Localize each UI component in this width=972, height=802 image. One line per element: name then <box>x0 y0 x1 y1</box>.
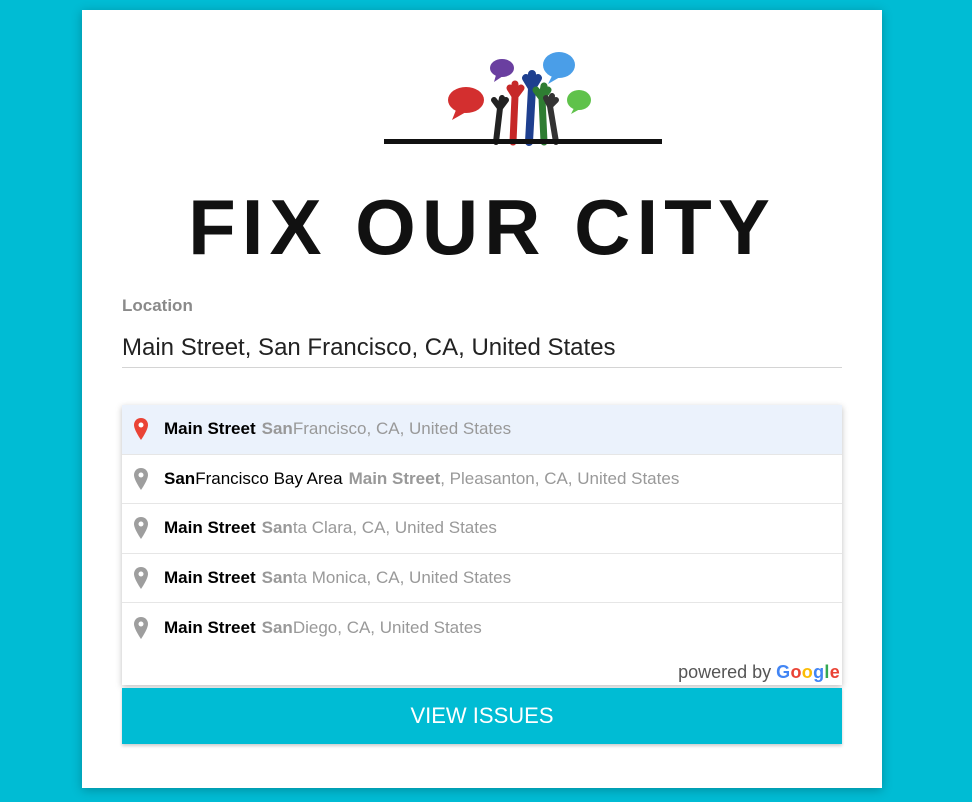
suggestion-main: Main Street <box>164 419 256 439</box>
google-letter: o <box>801 662 814 682</box>
powered-by-google: powered by Google <box>678 662 840 683</box>
suggestion-item[interactable]: Main Street San ta Clara, CA, United Sta… <box>122 504 842 554</box>
powered-by-text: powered by <box>678 662 772 682</box>
suggestion-item[interactable]: San Francisco Bay Area Main Street , Ple… <box>122 455 842 504</box>
suggestion-main: San <box>164 468 196 488</box>
google-letter: G <box>776 662 791 682</box>
suggestion-main-rest: Francisco Bay Area <box>195 468 343 488</box>
map-pin-icon <box>134 615 150 641</box>
main-card: FIX OUR CITY Location Main Street San Fr… <box>82 10 882 788</box>
map-pin-icon <box>134 515 150 541</box>
suggestion-secondary-match: San <box>261 419 293 439</box>
location-label: Location <box>122 296 193 315</box>
location-input[interactable] <box>122 328 842 368</box>
suggestion-main: Main Street <box>164 567 256 587</box>
view-issues-button[interactable]: VIEW ISSUES <box>122 688 842 744</box>
suggestion-secondary-match: Main Street <box>348 468 441 488</box>
google-logo: Google <box>776 662 840 683</box>
suggestion-secondary: , Pleasanton, CA, United States <box>440 468 680 488</box>
suggestion-secondary: ta Monica, CA, United States <box>292 567 512 587</box>
brand-logo: FIX OUR CITY <box>82 50 882 280</box>
suggestion-secondary-match: San <box>261 518 293 538</box>
suggestion-secondary: ta Clara, CA, United States <box>292 518 497 538</box>
google-letter: g <box>813 662 825 682</box>
suggestion-main: Main Street <box>164 617 256 637</box>
google-letter: e <box>829 662 840 682</box>
suggestion-secondary-match: San <box>261 617 293 637</box>
raised-hands-speech-bubbles-icon: FIX OUR CITY <box>188 52 776 271</box>
map-pin-icon <box>134 565 150 591</box>
suggestion-main: Main Street <box>164 518 256 538</box>
brand-title: FIX OUR CITY <box>188 183 776 271</box>
map-pin-icon <box>134 466 150 492</box>
google-letter: o <box>790 662 802 682</box>
map-pin-icon <box>134 416 150 442</box>
suggestion-item[interactable]: Main Street San Francisco, CA, United St… <box>122 405 842 455</box>
suggestion-secondary: Diego, CA, United States <box>292 617 482 637</box>
suggestion-item[interactable]: Main Street San Diego, CA, United States <box>122 603 842 653</box>
suggestion-item[interactable]: Main Street San ta Monica, CA, United St… <box>122 554 842 603</box>
autocomplete-dropdown: Main Street San Francisco, CA, United St… <box>122 405 842 685</box>
suggestion-secondary-match: San <box>261 567 293 587</box>
suggestion-secondary: Francisco, CA, United States <box>292 419 512 439</box>
